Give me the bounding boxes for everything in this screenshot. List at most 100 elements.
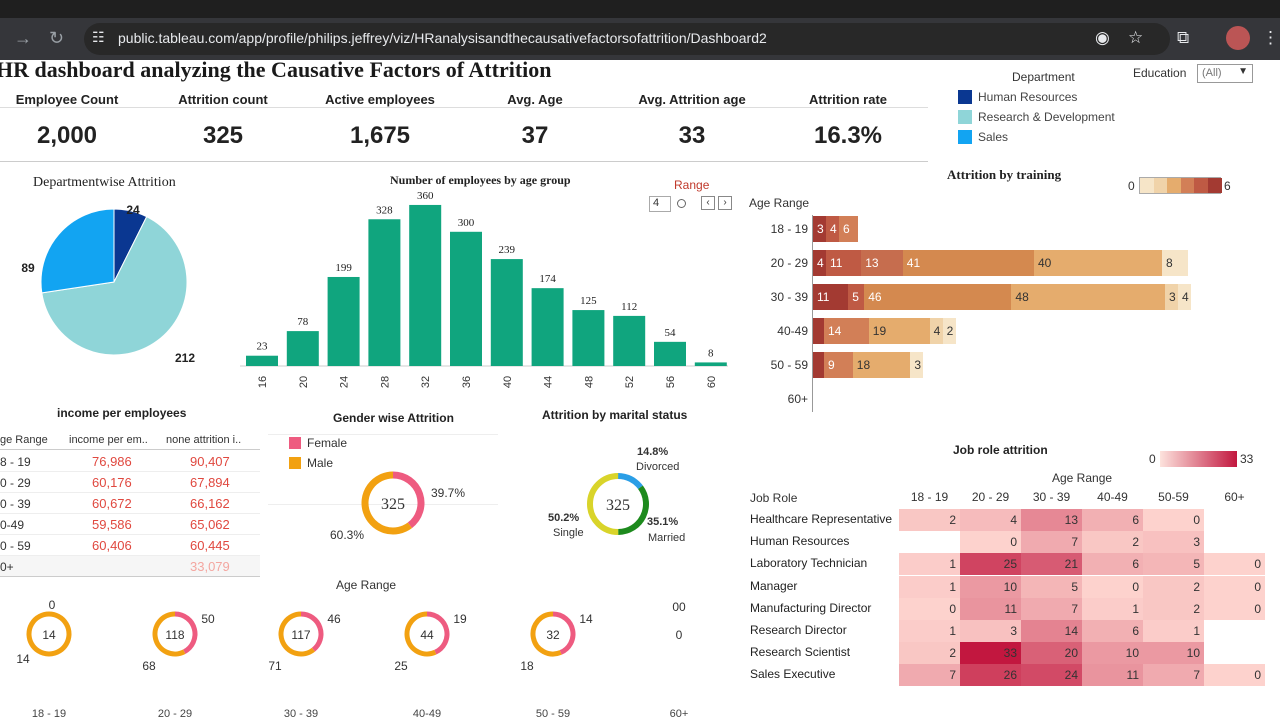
profile-avatar[interactable] [1226,26,1250,50]
income-non-attrition: 90,407 [190,454,230,469]
income-per-employee: 59,586 [92,517,132,532]
heatmap-cell: 2 [899,642,960,665]
donut-male-label: 71 [268,659,282,673]
donut-center-value: 14 [42,628,56,642]
legend-label: Sales [978,130,1009,144]
pie-slice [40,208,115,294]
menu-icon[interactable]: ⋮ [1262,28,1279,48]
bar [246,355,278,366]
training-bar-segment: 11 [813,284,849,310]
training-bar-segment: 2 [942,318,956,344]
heatmap-cell: 7 [1021,531,1082,554]
reload-icon[interactable]: ↻ [49,28,64,48]
training-bar-segment: 3 [910,352,924,378]
training-bar-segment: 19 [868,318,930,344]
training-bar-segment: 46 [864,284,1012,310]
x-tick-label: 32 [420,376,432,388]
range-prev-button[interactable]: ‹ [701,196,715,210]
donut-center-value: 32 [546,628,560,642]
donut-center-value: 325 [606,497,630,514]
bar [368,219,401,366]
legend-label: Human Resources [978,90,1078,104]
donut-category-label: 30 - 39 [284,708,318,720]
job-role-label: Research Scientist [750,645,851,660]
bar-value-label: 8 [708,347,714,359]
training-bar-segment: 18 [852,352,911,378]
bar [409,204,442,366]
range-next-button[interactable]: › [718,196,732,210]
x-tick-label: 16 [257,376,269,388]
heatmap-cell: 24 [1021,664,1082,687]
job-column-header: 40-49 [1097,490,1128,504]
income-table-bottom-line [0,576,260,577]
donut-female-label: 14 [579,612,593,626]
range-slider-handle[interactable] [677,199,686,208]
heatmap-cell: 10 [960,575,1021,598]
job-role-label: Healthcare Representative [750,512,893,526]
kpi-label: Avg. Attrition age [638,92,746,107]
training-bar-segment: 4 [1178,284,1191,310]
job-legend-min: 0 [1149,452,1156,466]
heatmap-cell: 2 [1143,597,1204,620]
gender-donut-title: Gender wise Attrition [333,411,454,425]
x-tick-label: 24 [339,376,351,388]
job-column-header: 20 - 29 [971,490,1010,504]
extensions-icon[interactable]: ⧉ [1177,28,1189,48]
site-info-icon[interactable]: ☷ [92,29,105,46]
job-column-header: 18 - 19 [910,490,949,504]
job-column-header: 60+ [1224,490,1245,504]
education-filter-select[interactable]: (All) ▼ [1197,64,1253,83]
job-column-header: 30 - 39 [1032,490,1071,504]
heatmap-cell: 7 [899,664,960,687]
training-row-label: 30 - 39 [770,290,808,304]
bookmark-star-icon[interactable]: ☆ [1128,28,1143,48]
bar-value-label: 360 [417,190,434,202]
kpi-value: 16.3% [813,122,883,149]
heatmap-cell: 1 [1143,620,1204,642]
url-text[interactable]: public.tableau.com/app/profile/philips.j… [118,30,767,46]
donut-category-label: 18 - 19 [32,708,66,720]
forward-icon[interactable]: → [14,28,32,48]
department-legend-item[interactable]: Human Resources [958,90,1077,104]
kpi-value: 2,000 [36,122,98,149]
bar [450,231,482,366]
bar [327,276,360,366]
donut-category-label: 40-49 [413,708,441,720]
heatmap-cell: 1 [899,620,960,642]
kpi-label: Attrition count [178,92,268,107]
kpi-value: 37 [521,122,549,149]
bar-value-label: 112 [621,301,637,313]
donut-female-label: 19 [453,612,467,626]
x-tick-label: 52 [624,376,636,388]
training-bar-segment: 41 [902,250,1034,276]
donut-center-value: 118 [165,628,184,642]
heatmap-cell: 0 [1082,575,1143,598]
donut-label-married-pct: 35.1% [647,516,678,528]
department-legend-item[interactable]: Research & Development [958,110,1115,124]
pie-slice-label: 212 [175,351,195,365]
education-filter-label: Education [1133,66,1187,80]
job-role-label: Manufacturing Director [750,600,872,615]
training-axis-label: Age Range [749,196,810,210]
marital-donut-title: Attrition by marital status [542,408,688,422]
heatmap-cell: 11 [960,597,1021,620]
training-bar-segment: 40 [1034,250,1162,276]
training-bar-segment: 5 [848,284,865,310]
bar-value-label: 78 [297,316,309,328]
range-input[interactable]: 4 [649,196,671,212]
heatmap-cell: 6 [1082,620,1143,642]
education-filter-value: (All) [1202,67,1222,79]
department-pie-chart: 24 212 89 [21,203,195,365]
heatmap-cell: 0 [1143,509,1204,531]
job-role-label: Sales Executive [750,667,836,682]
eye-off-icon[interactable]: ◉ [1095,28,1110,48]
department-legend-item[interactable]: Sales [958,130,1008,144]
heatmap-cell: 33 [960,642,1021,665]
age-donut-charts: 14 0 14 18 - 19 118 50 68 20 - 29 117 46 71 30 - 39… [16,598,689,720]
income-table-header: income per em.. [69,434,148,446]
bar [613,315,646,366]
heatmap-cell: 0 [960,531,1021,554]
donut-category-label: 60+ [670,708,689,720]
donut-male-label: 0 [676,628,683,642]
income-per-employee: 60,672 [92,496,132,511]
